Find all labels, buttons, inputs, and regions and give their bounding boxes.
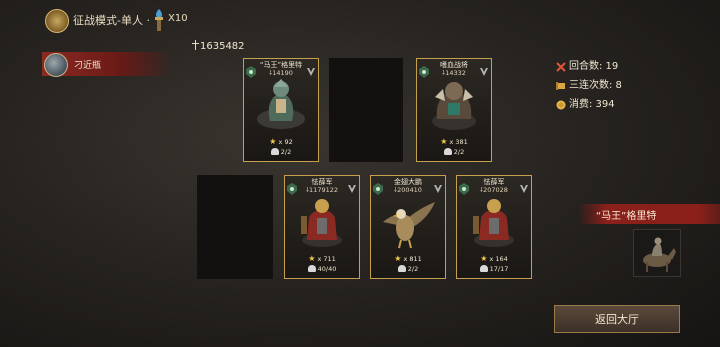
horse-rider-icon (643, 237, 676, 272)
orc-warrior-icon (432, 82, 476, 130)
star-icon: ★ (480, 254, 488, 263)
card-count: 40/40 (285, 265, 359, 273)
card-count: 2/2 (417, 148, 491, 156)
enemy-card-2[interactable]: 嗜血战将 ⸸14332 ★ x 381 2/2 (416, 58, 492, 162)
total-power: 1635482 (192, 40, 245, 52)
star-icon: ★ (440, 137, 448, 146)
card-count: 17/17 (457, 265, 531, 273)
mode-title: 征战模式-单人 · (73, 14, 150, 27)
player-name: 刁近瓶 (74, 61, 102, 71)
combo-label: 三连次数: 8 (569, 80, 622, 91)
unit-icon (307, 265, 316, 272)
star-icon: ★ (269, 137, 277, 146)
card-stars: ★ x 711 (308, 254, 336, 263)
player-card-2[interactable]: 金翅大鹏 ⸸200410 ★ x 811 2/2 (370, 175, 446, 279)
stat-cost: 消费: 394 (556, 95, 622, 114)
unit-icon (397, 265, 406, 272)
battle-stats: 回合数: 19 三连次数: 8 消费: 394 (556, 57, 622, 114)
golden-eagle-icon (383, 202, 435, 249)
torch-count: X10 (168, 13, 188, 24)
enemy-card-1[interactable]: “马王”格里特 ⸸14190 ★ x 92 2/2 (243, 58, 319, 162)
armored-soldier-icon (301, 199, 342, 247)
card-stars: ★ x 92 (269, 137, 293, 146)
back-to-lobby-button[interactable]: 返回大厅 (554, 305, 680, 333)
card-count: 2/2 (371, 265, 445, 273)
player-card-3[interactable]: 怯薛军 ⸸207028 ★ x 164 17/17 (456, 175, 532, 279)
player-avatar[interactable] (44, 53, 68, 77)
card-stars: ★ x 164 (480, 254, 508, 263)
unit-icon (443, 148, 452, 155)
star-icon: ★ (394, 254, 402, 263)
total-power-value: 1635482 (200, 41, 245, 52)
star-icon: ★ (308, 254, 316, 263)
stat-combo: 三连次数: 8 (556, 76, 622, 95)
unit-icon (479, 265, 488, 272)
rounds-label: 回合数: 19 (569, 61, 619, 72)
card-stars: ★ x 381 (440, 137, 468, 146)
empty-slot[interactable] (329, 58, 403, 162)
opponent-portrait[interactable] (633, 229, 681, 277)
unit-icon (270, 148, 279, 155)
stat-rounds: 回合数: 19 (556, 57, 622, 76)
card-count: 2/2 (244, 148, 318, 156)
cost-label: 消费: 394 (569, 99, 615, 110)
opponent-name: “马王”格里特 (596, 211, 657, 222)
coin-icon (556, 100, 566, 109)
torch-icon (155, 9, 163, 31)
card-stars: ★ x 811 (394, 254, 422, 263)
power-icon (192, 40, 199, 50)
empty-slot[interactable] (197, 175, 273, 279)
player-card-1[interactable]: 怯薛军 ⸸1179122 ★ x 711 40/40 (284, 175, 360, 279)
armored-soldier-icon (473, 199, 514, 247)
scroll-icon (556, 81, 565, 90)
mode-emblem-icon (45, 9, 69, 33)
mounted-warrior-icon (257, 79, 305, 129)
crossed-swords-icon (556, 61, 566, 72)
